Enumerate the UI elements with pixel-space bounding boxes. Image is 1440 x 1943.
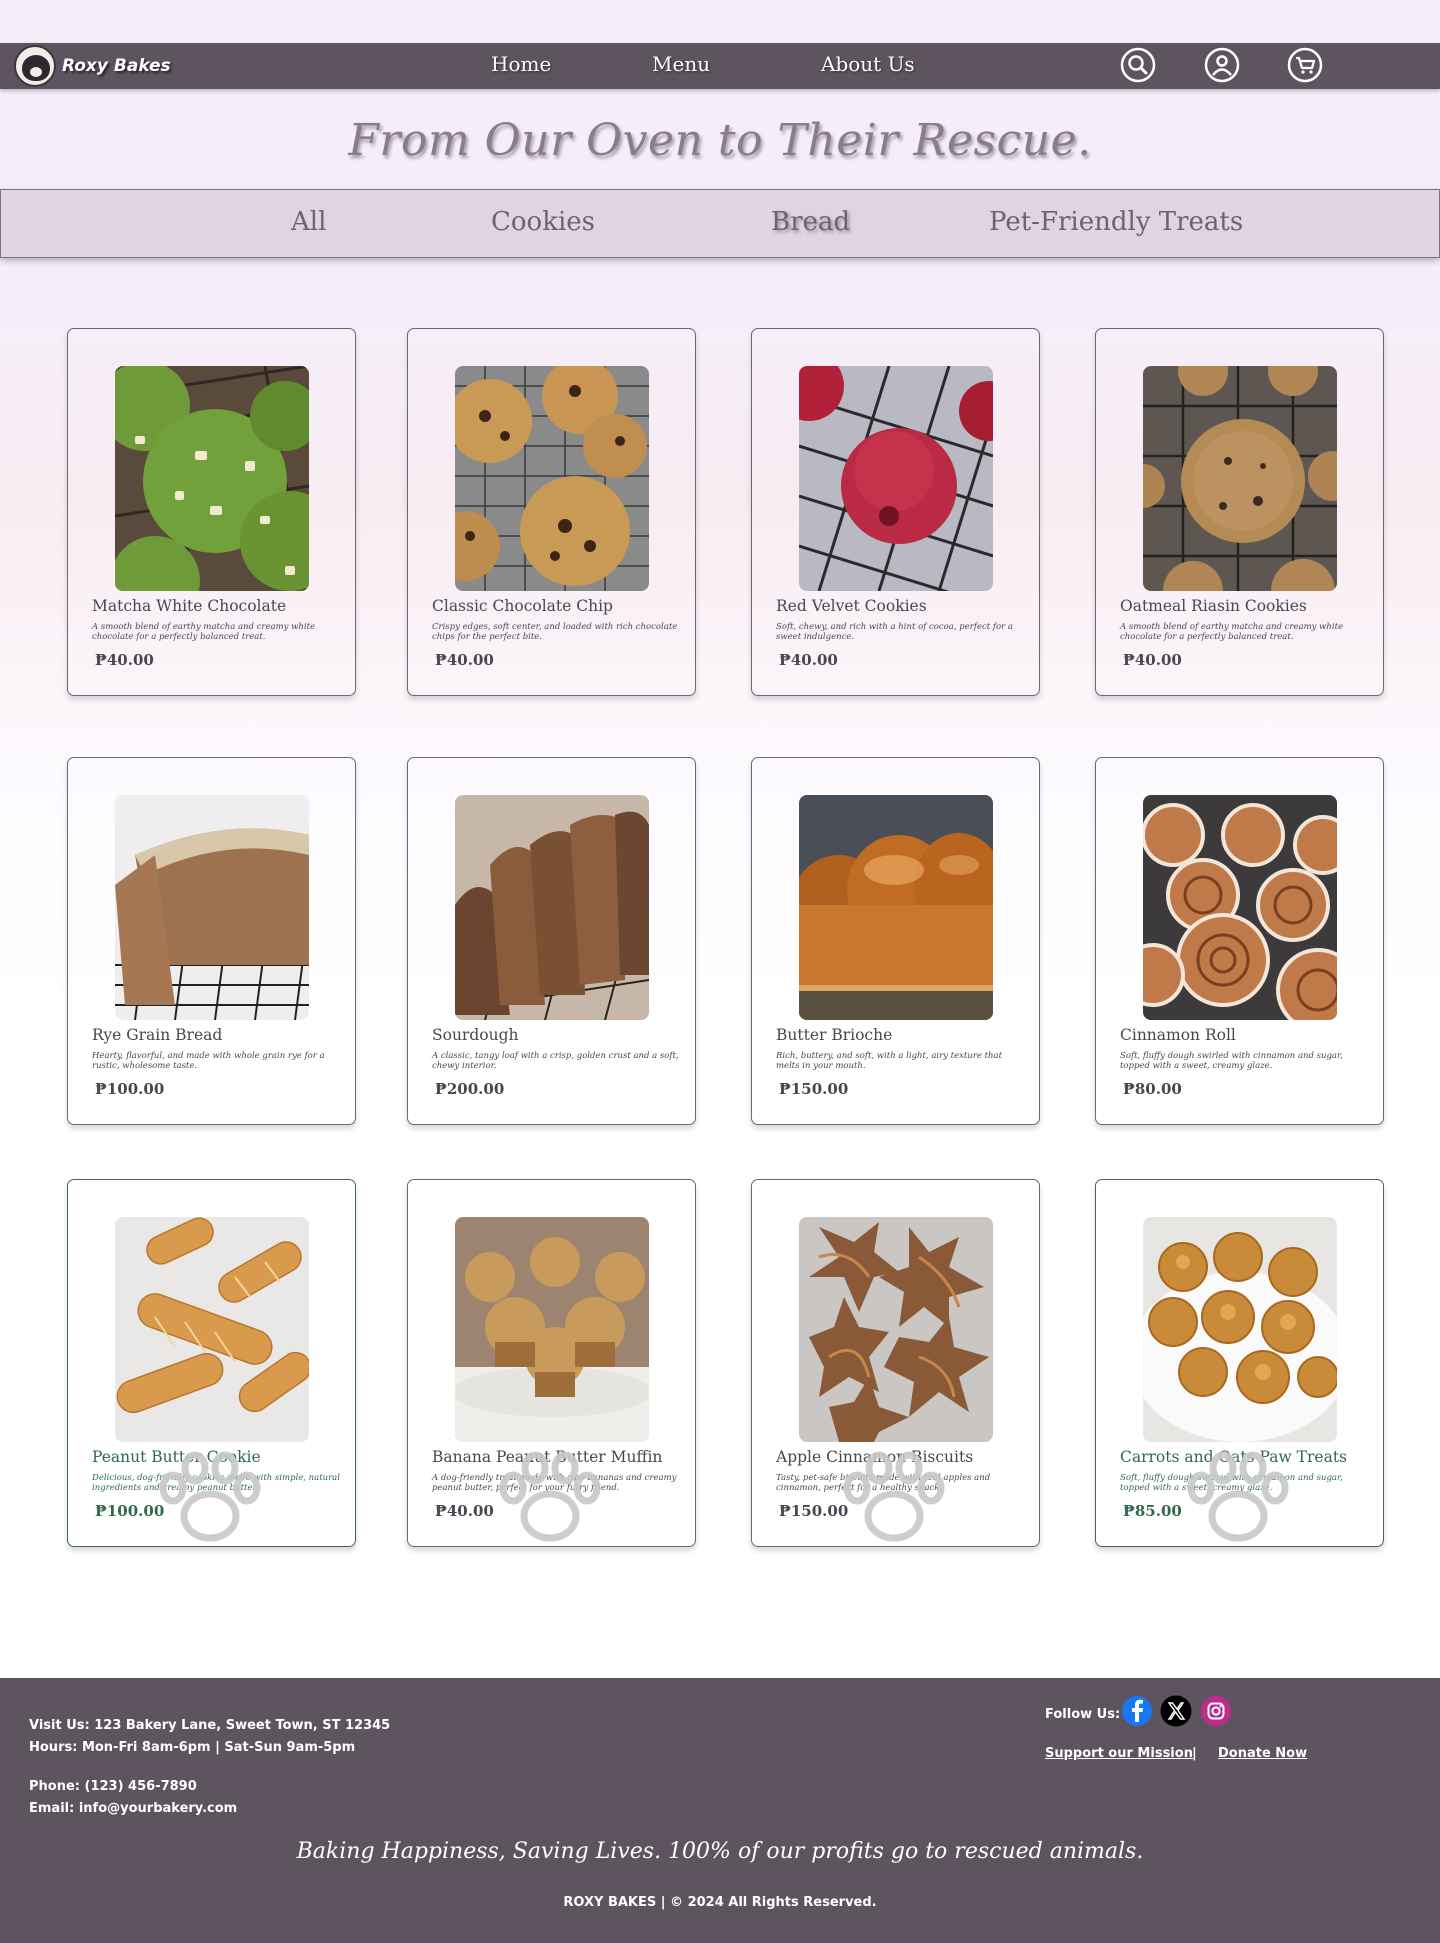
nav-about-link[interactable]: About Us <box>821 52 915 76</box>
paw-print-icon <box>843 1451 945 1542</box>
paw-print-icon <box>1187 1451 1289 1542</box>
footer: Visit Us: 123 Bakery Lane, Sweet Town, S… <box>0 1678 1440 1943</box>
product-price: ₱80.00 <box>1123 1080 1182 1098</box>
product-card[interactable]: Red Velvet Cookies Soft, chewy, and rich… <box>751 328 1040 696</box>
product-price: ₱85.00 <box>1123 1502 1182 1520</box>
product-card[interactable]: Apple Cinnamon Biscuits Tasty, pet-safe … <box>751 1179 1040 1547</box>
oatmeal-cookie-image <box>1143 366 1337 591</box>
footer-email[interactable]: Email: info@yourbakery.com <box>29 1801 237 1816</box>
product-description: A classic, tangy loaf with a crisp, gold… <box>432 1051 679 1071</box>
product-price: ₱40.00 <box>95 651 154 669</box>
product-card[interactable]: Carrots and Oats Paw Treats Soft, fluffy… <box>1095 1179 1384 1547</box>
search-icon[interactable] <box>1120 47 1156 83</box>
product-price: ₱100.00 <box>95 1080 165 1098</box>
top-navbar: Roxy Bakes Home Menu About Us <box>0 43 1440 89</box>
product-name: Sourdough <box>432 1026 519 1044</box>
product-card[interactable]: Matcha White Chocolate A smooth blend of… <box>67 328 356 696</box>
product-price: ₱200.00 <box>435 1080 505 1098</box>
category-bread[interactable]: Bread <box>771 207 850 237</box>
product-card[interactable]: Cinnamon Roll Soft, fluffy dough swirled… <box>1095 757 1384 1125</box>
chocolate-chip-cookie-image <box>455 366 649 591</box>
product-description: Crispy edges, soft center, and loaded wi… <box>432 622 678 642</box>
product-name: Rye Grain Bread <box>92 1026 223 1044</box>
paw-print-icon <box>159 1451 261 1542</box>
product-card[interactable]: Banana Peanut Butter Muffin A dog-friend… <box>407 1179 696 1547</box>
cinnamon-roll-image <box>1143 795 1337 1020</box>
product-name: Butter Brioche <box>776 1026 893 1044</box>
brand-logo[interactable]: Roxy Bakes <box>14 45 171 87</box>
red-velvet-cookie-image <box>799 366 993 591</box>
product-name: Classic Chocolate Chip <box>432 597 613 615</box>
nav-home-link[interactable]: Home <box>491 52 551 76</box>
brioche-image <box>799 795 993 1020</box>
facebook-icon[interactable] <box>1121 1695 1153 1727</box>
x-icon[interactable] <box>1160 1695 1192 1727</box>
product-description: Rich, buttery, and soft, with a light, a… <box>776 1051 1002 1071</box>
product-price: ₱40.00 <box>435 651 494 669</box>
product-card[interactable]: Classic Chocolate Chip Crispy edges, sof… <box>407 328 696 696</box>
sourdough-image <box>455 795 649 1020</box>
product-card[interactable]: Peanut Butter Cookie Delicious, dog-frie… <box>67 1179 356 1547</box>
peanut-butter-dog-cookie-image <box>115 1217 309 1442</box>
product-name: Matcha White Chocolate <box>92 597 287 615</box>
category-cookies[interactable]: Cookies <box>491 207 595 237</box>
brand-name: Roxy Bakes <box>62 56 171 76</box>
rye-bread-image <box>115 795 309 1020</box>
product-card[interactable]: Sourdough A classic, tangy loaf with a c… <box>407 757 696 1125</box>
product-name: Oatmeal Riasin Cookies <box>1120 597 1307 615</box>
product-price: ₱40.00 <box>1123 651 1182 669</box>
product-price: ₱150.00 <box>779 1502 849 1520</box>
category-pet-friendly[interactable]: Pet-Friendly Treats <box>989 207 1243 237</box>
product-price: ₱40.00 <box>435 1502 494 1520</box>
footer-hours: Hours: Mon-Fri 8am-6pm | Sat-Sun 9am-5pm <box>29 1740 356 1755</box>
product-description: Hearty, flavorful, and made with whole g… <box>92 1051 325 1071</box>
account-icon[interactable] <box>1204 47 1240 83</box>
footer-separator: | <box>1192 1746 1197 1761</box>
product-card[interactable]: Oatmeal Riasin Cookies A smooth blend of… <box>1095 328 1384 696</box>
footer-copyright: ROXY BAKES | © 2024 All Rights Reserved. <box>563 1895 877 1910</box>
product-name: Red Velvet Cookies <box>776 597 927 615</box>
banana-muffin-image <box>455 1217 649 1442</box>
carrot-oat-paw-treat-image <box>1143 1217 1337 1442</box>
nav-menu-link[interactable]: Menu <box>652 52 710 76</box>
product-description: Soft, fluffy dough swirled with cinnamon… <box>1120 1051 1343 1071</box>
product-description: A smooth blend of earthy matcha and crea… <box>1120 622 1344 642</box>
paw-print-icon <box>499 1451 601 1542</box>
support-mission-link[interactable]: Support our Mission <box>1045 1746 1193 1761</box>
footer-address: Visit Us: 123 Bakery Lane, Sweet Town, S… <box>29 1718 391 1733</box>
product-price: ₱150.00 <box>779 1080 849 1098</box>
apple-cinnamon-biscuit-image <box>799 1217 993 1442</box>
hero-tagline: From Our Oven to Their Rescue. <box>348 115 1092 166</box>
product-description: Soft, chewy, and rich with a hint of coc… <box>776 622 1013 642</box>
product-price: ₱100.00 <box>95 1502 165 1520</box>
product-description: A smooth blend of earthy matcha and crea… <box>92 622 316 642</box>
category-filter-bar: All Cookies Bread Pet-Friendly Treats <box>0 189 1440 258</box>
product-price: ₱40.00 <box>779 651 838 669</box>
product-card[interactable]: Rye Grain Bread Hearty, flavorful, and m… <box>67 757 356 1125</box>
product-card[interactable]: Butter Brioche Rich, buttery, and soft, … <box>751 757 1040 1125</box>
category-all[interactable]: All <box>291 207 326 237</box>
donate-link[interactable]: Donate Now <box>1218 1746 1307 1761</box>
matcha-cookie-image <box>115 366 309 591</box>
cart-icon[interactable] <box>1287 47 1323 83</box>
footer-slogan: Baking Happiness, Saving Lives. 100% of … <box>296 1839 1144 1864</box>
product-name: Cinnamon Roll <box>1120 1026 1236 1044</box>
dog-logo-icon <box>14 45 56 87</box>
follow-us-label: Follow Us: <box>1045 1707 1121 1722</box>
instagram-icon[interactable] <box>1200 1695 1232 1727</box>
footer-phone: Phone: (123) 456-7890 <box>29 1779 197 1794</box>
